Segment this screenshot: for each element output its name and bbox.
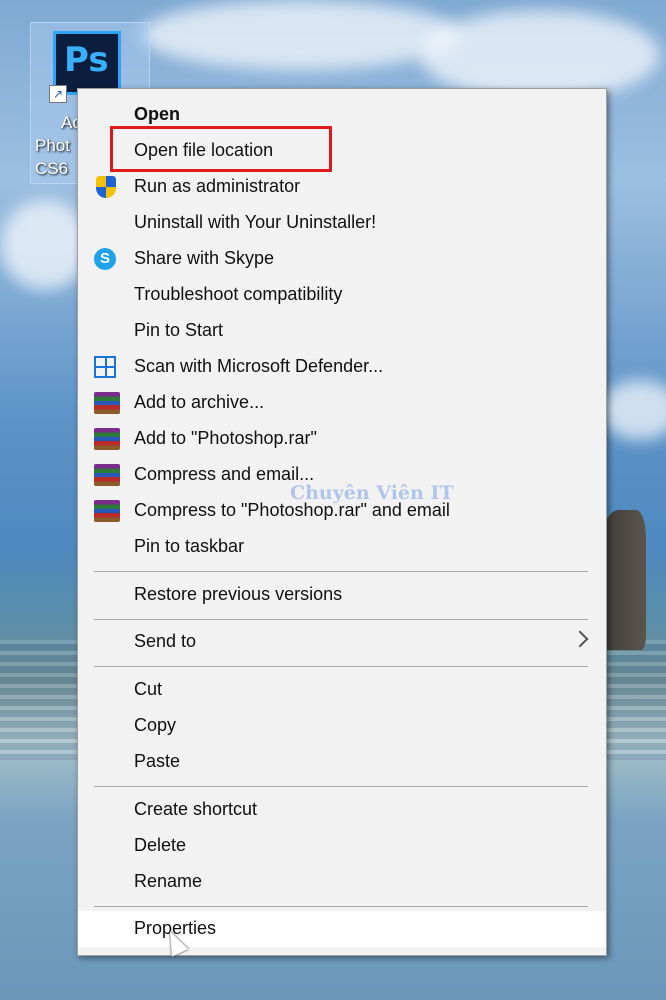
menu-item-add-archive[interactable]: Add to archive... (78, 385, 606, 421)
menu-item-label: Send to (134, 631, 197, 651)
skype-icon: S (94, 248, 116, 270)
menu-item-label: Pin to taskbar (134, 536, 245, 556)
menu-separator (94, 786, 588, 787)
chevron-right-icon (571, 630, 589, 648)
winrar-icon (94, 428, 120, 450)
menu-item-pin-taskbar[interactable]: Pin to taskbar (78, 529, 606, 565)
menu-item-label: Open (134, 104, 181, 124)
menu-item-label: Uninstall with Your Uninstaller! (134, 212, 377, 232)
menu-item-label: Paste (134, 751, 181, 771)
menu-item-create-shortcut[interactable]: Create shortcut (78, 792, 606, 828)
menu-item-run-as-admin[interactable]: Run as administrator (78, 169, 606, 205)
menu-separator (94, 619, 588, 620)
menu-item-label: Scan with Microsoft Defender... (134, 356, 384, 376)
menu-item-label: Restore previous versions (134, 584, 343, 604)
menu-item-copy[interactable]: Copy (78, 708, 606, 744)
menu-item-label: Add to archive... (134, 392, 265, 412)
uac-shield-icon (96, 176, 116, 198)
menu-separator (94, 571, 588, 572)
menu-item-rename[interactable]: Rename (78, 864, 606, 900)
highlight-annotation-box (110, 126, 332, 172)
menu-item-share-skype[interactable]: S Share with Skype (78, 241, 606, 277)
menu-item-label: Share with Skype (134, 248, 275, 268)
menu-item-label: Rename (134, 871, 203, 891)
menu-item-label: Delete (134, 835, 187, 855)
menu-separator (94, 906, 588, 907)
menu-item-label: Pin to Start (134, 320, 224, 340)
menu-item-label: Run as administrator (134, 176, 301, 196)
cloud (600, 380, 666, 440)
menu-item-label: Copy (134, 715, 177, 735)
winrar-icon (94, 464, 120, 486)
menu-item-add-rar[interactable]: Add to "Photoshop.rar" (78, 421, 606, 457)
menu-item-scan-defender[interactable]: Scan with Microsoft Defender... (78, 349, 606, 385)
winrar-icon (94, 392, 120, 414)
winrar-icon (94, 500, 120, 522)
menu-separator (94, 666, 588, 667)
photoshop-icon-badge: Ps (64, 40, 109, 80)
menu-item-label: Compress and email... (134, 464, 315, 484)
menu-item-delete[interactable]: Delete (78, 828, 606, 864)
watermark-text: Chuyên Viên IT (290, 482, 454, 504)
context-menu: Open Open file location Run as administr… (77, 88, 607, 956)
menu-item-label: Troubleshoot compatibility (134, 284, 343, 304)
cloud (420, 10, 660, 100)
menu-item-label: Create shortcut (134, 799, 258, 819)
defender-icon (94, 356, 116, 378)
menu-item-paste[interactable]: Paste (78, 744, 606, 780)
menu-item-label: Cut (134, 679, 163, 699)
menu-item-cut[interactable]: Cut (78, 672, 606, 708)
shortcut-arrow-icon: ↗ (49, 85, 67, 103)
menu-item-properties[interactable]: Properties (78, 911, 606, 947)
menu-item-uninstall[interactable]: Uninstall with Your Uninstaller! (78, 205, 606, 241)
menu-item-troubleshoot[interactable]: Troubleshoot compatibility (78, 277, 606, 313)
menu-item-label: Add to "Photoshop.rar" (134, 428, 317, 448)
menu-item-restore-versions[interactable]: Restore previous versions (78, 577, 606, 613)
menu-item-pin-start[interactable]: Pin to Start (78, 313, 606, 349)
cloud (140, 0, 460, 70)
menu-item-send-to[interactable]: Send to (78, 624, 606, 660)
